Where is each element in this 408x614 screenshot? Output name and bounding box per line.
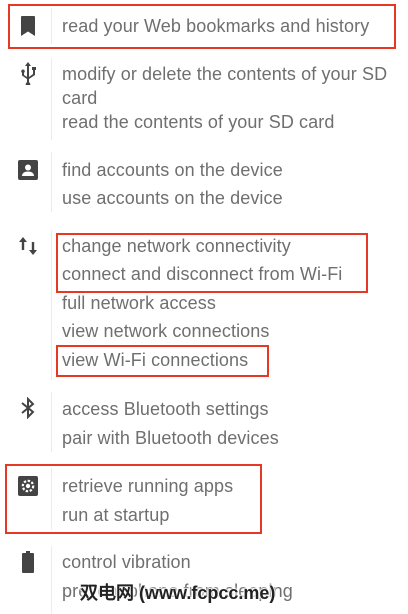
highlight-box-apps (5, 464, 262, 534)
battery-icon (16, 550, 40, 574)
permission-item: use accounts on the device (62, 188, 283, 208)
permission-item: read the contents of your SD card (62, 112, 335, 132)
highlight-box-bookmarks (8, 4, 396, 49)
group-divider (51, 392, 52, 452)
bluetooth-icon (16, 396, 40, 420)
highlight-box-wifi (56, 345, 269, 377)
permission-item: modify or delete the contents of your SD… (62, 64, 388, 108)
group-divider (51, 546, 52, 614)
highlight-box-network (56, 233, 368, 293)
swap-arrows-icon (16, 234, 40, 258)
group-divider (51, 58, 52, 140)
permission-item: control vibration (62, 552, 191, 572)
permission-item: pair with Bluetooth devices (62, 428, 279, 448)
usb-icon (16, 61, 40, 85)
permission-item: find accounts on the device (62, 160, 283, 180)
permission-item: view network connections (62, 321, 270, 341)
watermark: 双电网 (www.fcpcc.me) (80, 583, 276, 603)
permission-item: access Bluetooth settings (62, 399, 269, 419)
permission-item: full network access (62, 293, 216, 313)
group-divider (51, 230, 52, 380)
group-divider (51, 152, 52, 212)
contact-card-icon (16, 158, 40, 182)
